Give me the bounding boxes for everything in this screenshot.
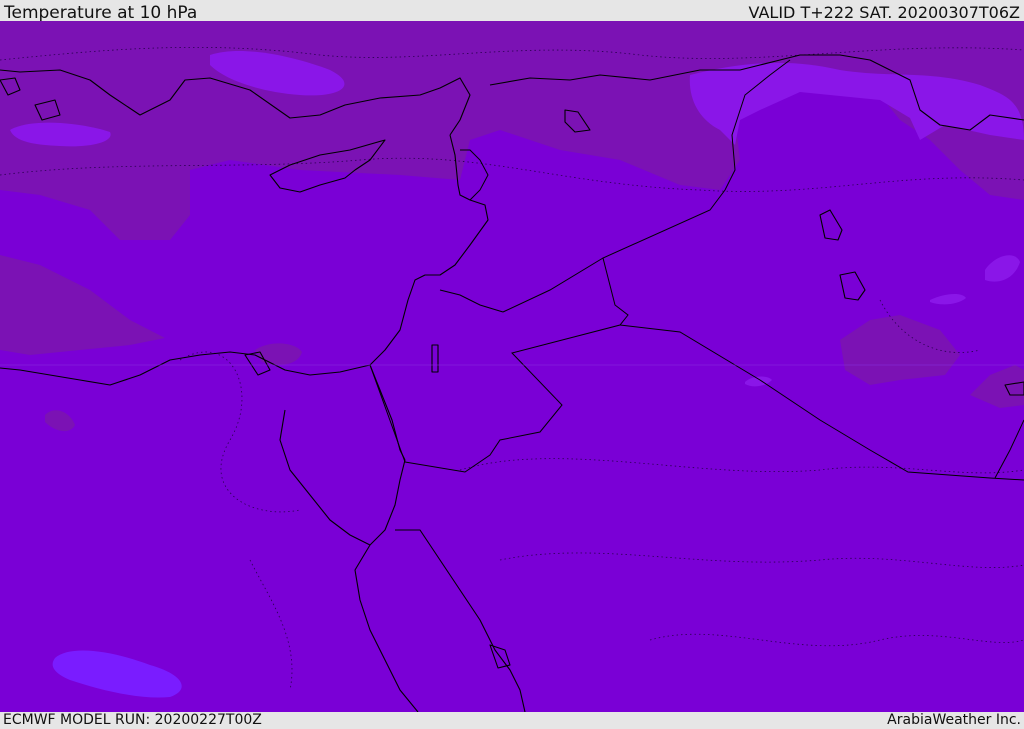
temperature-map — [0, 21, 1024, 712]
valid-time-label: VALID T+222 SAT. 20200307T06Z — [748, 3, 1020, 22]
credit-label: ArabiaWeather Inc. — [887, 712, 1021, 728]
footer-bar: ECMWF MODEL RUN: 20200227T00Z ArabiaWeat… — [0, 712, 1024, 729]
model-run-label: ECMWF MODEL RUN: 20200227T00Z — [3, 712, 262, 728]
map-title: Temperature at 10 hPa — [4, 3, 198, 23]
header-bar: Temperature at 10 hPa VALID T+222 SAT. 2… — [0, 0, 1024, 23]
